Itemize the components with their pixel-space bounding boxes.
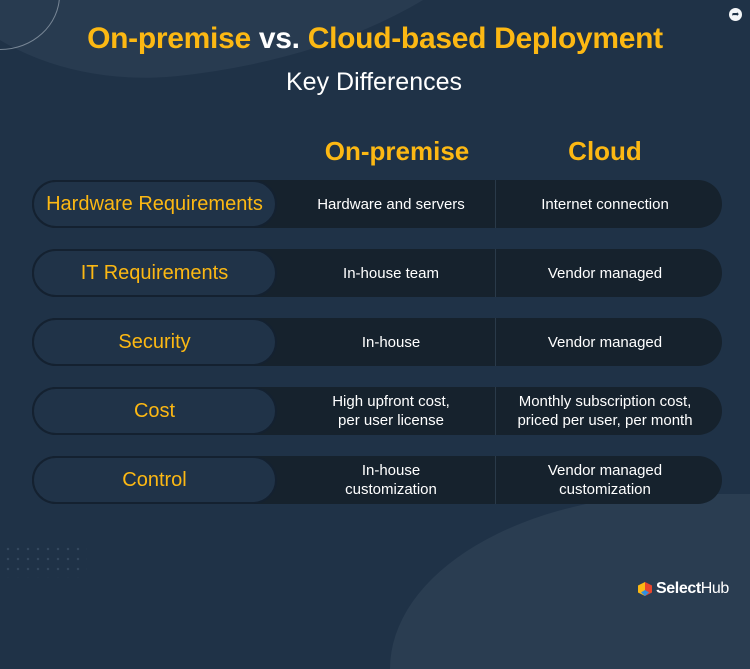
- row-label: Cost: [32, 387, 277, 435]
- table-row: Cost High upfront cost, per user license Mo…: [32, 387, 722, 435]
- title-vs: vs.: [258, 22, 300, 55]
- selecthub-logo: SelectHub: [638, 580, 729, 598]
- cell-text-line: Vendor managed: [547, 264, 663, 282]
- cell-on-premise: In-house customization: [287, 456, 495, 504]
- cell-text-line: per user license: [338, 412, 444, 429]
- decorative-dot-grid: [3, 544, 87, 578]
- row-label: Control: [32, 456, 277, 504]
- page-title: On-premise vs. Cloud-based Deployment: [0, 22, 750, 56]
- cell-cloud: Vendor managed customization: [496, 456, 714, 504]
- cell-text-line: customization: [559, 481, 651, 498]
- cell-text-line: High upfront cost,: [332, 393, 450, 410]
- cell-on-premise: High upfront cost, per user license: [287, 387, 495, 435]
- column-header-cloud: Cloud: [568, 136, 642, 166]
- cell-text-line: Internet connection: [541, 195, 669, 213]
- column-header-on-premise: On-premise: [324, 136, 470, 166]
- page-subtitle: Key Differences: [0, 68, 750, 97]
- brand-name-regular: Hub: [700, 580, 730, 597]
- table-row: Security In-house Vendor managed: [32, 318, 722, 366]
- cell-text-line: Monthly subscription cost,: [518, 393, 692, 410]
- cell-text-line: Hardware and servers: [317, 195, 465, 213]
- cell-on-premise: Hardware and servers: [287, 180, 495, 228]
- cell-cloud: Monthly subscription cost, priced per use…: [496, 387, 714, 435]
- row-label: IT Requirements: [32, 249, 277, 297]
- cell-on-premise: In-house: [287, 318, 495, 366]
- share-icon[interactable]: ➦: [729, 8, 742, 21]
- selecthub-cube-icon: [638, 582, 652, 596]
- cell-text-line: In-house: [361, 462, 421, 479]
- cell-on-premise: In-house team: [287, 249, 495, 297]
- row-label: Security: [32, 318, 277, 366]
- cell-text-line: In-house team: [343, 264, 439, 282]
- table-row: Control In-house customization Vendor manag…: [32, 456, 722, 504]
- cell-text-line: priced per user, per month: [517, 412, 693, 429]
- brand-name: SelectHub: [656, 580, 729, 598]
- row-label: Hardware Requirements: [32, 180, 277, 228]
- title-cloud-based: Cloud-based Deployment: [307, 22, 663, 55]
- cell-cloud: Vendor managed: [496, 249, 714, 297]
- table-row: Hardware Requirements Hardware and server…: [32, 180, 722, 228]
- cell-text-line: customization: [345, 481, 437, 498]
- title-on-premise: On-premise: [87, 22, 251, 55]
- cell-text-line: Vendor managed: [547, 333, 663, 351]
- table-row: IT Requirements In-house team Vendor manag…: [32, 249, 722, 297]
- cell-cloud: Internet connection: [496, 180, 714, 228]
- subtitle-text: Key Differences: [285, 68, 462, 96]
- brand-name-bold: Select: [656, 580, 701, 597]
- cell-text-line: In-house: [361, 333, 421, 351]
- cell-cloud: Vendor managed: [496, 318, 714, 366]
- cell-text-line: Vendor managed: [547, 462, 663, 479]
